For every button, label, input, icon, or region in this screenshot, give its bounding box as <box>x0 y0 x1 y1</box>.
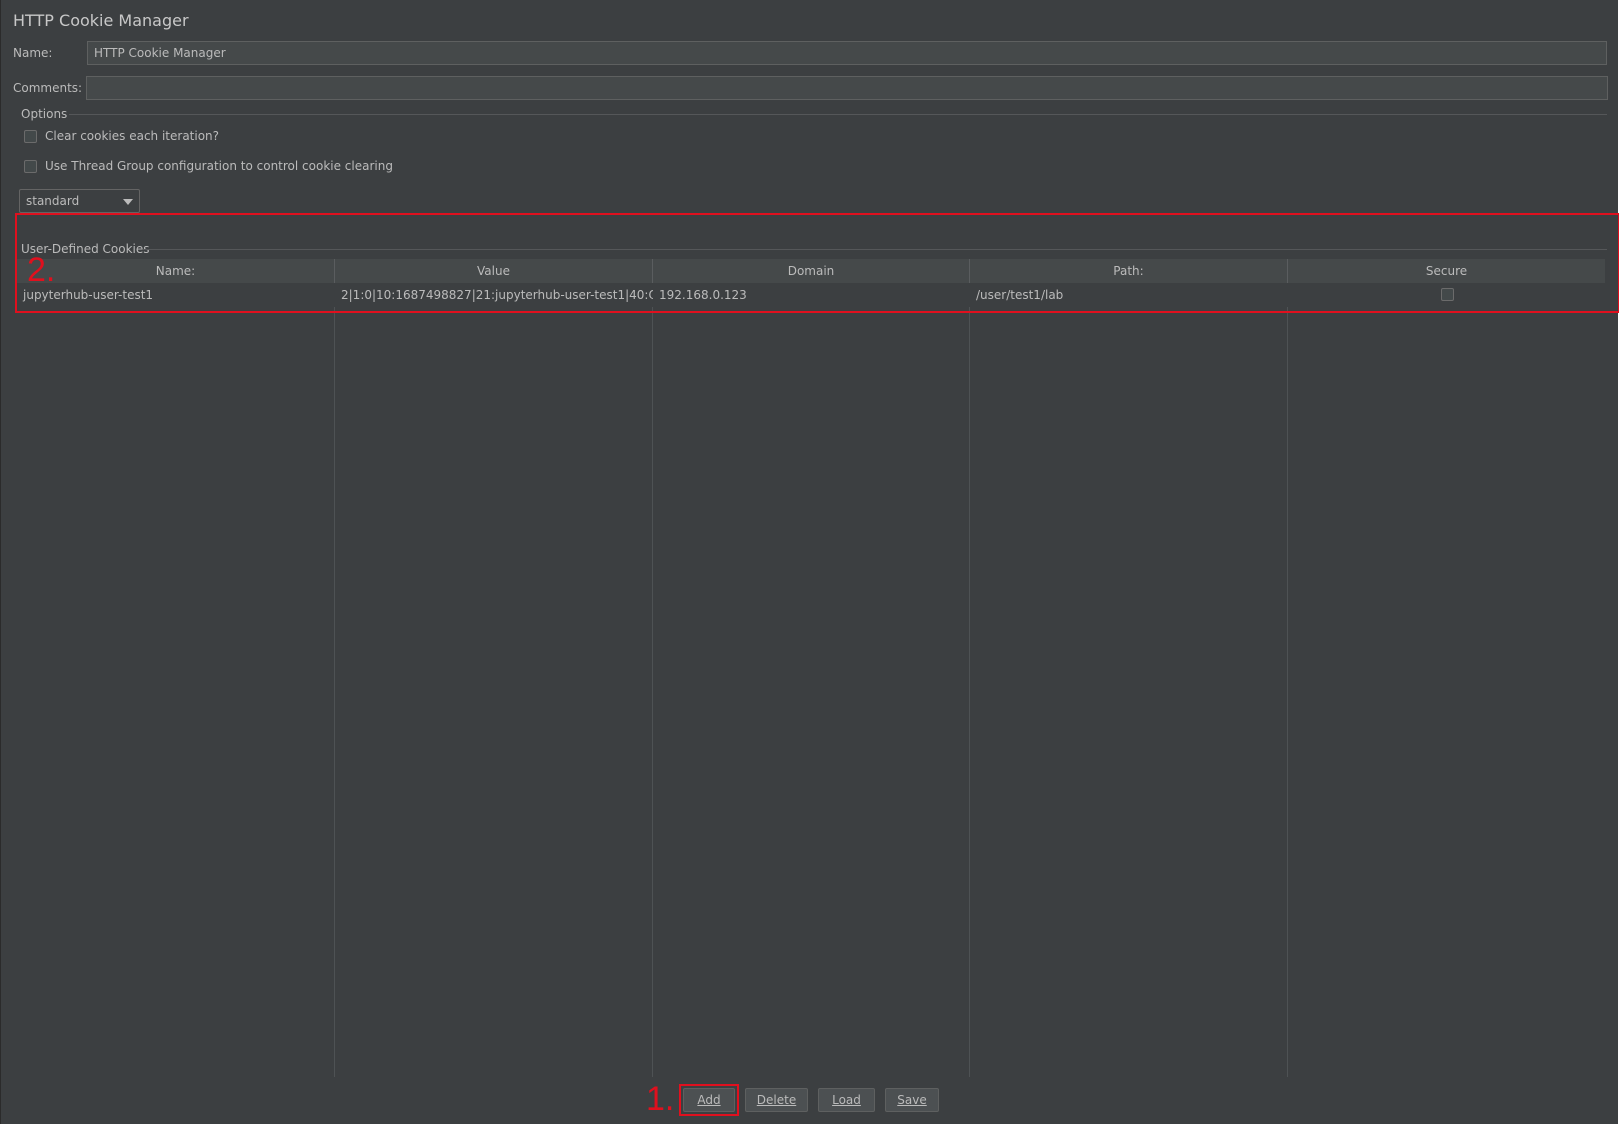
column-divider <box>652 307 653 1077</box>
clear-cookies-label: Clear cookies each iteration? <box>45 129 220 143</box>
name-label: Name: <box>13 46 53 60</box>
highlight-cookies-box <box>15 213 1619 313</box>
comments-label: Comments: <box>13 81 83 95</box>
cookie-policy-select[interactable]: standard <box>19 189 140 213</box>
chevron-down-icon <box>123 199 133 205</box>
save-button[interactable]: Save <box>885 1088 939 1112</box>
column-divider <box>1287 307 1288 1077</box>
cookie-manager-panel: HTTP Cookie Manager Name: HTTP Cookie Ma… <box>0 0 1619 1124</box>
clear-cookies-checkbox[interactable] <box>24 130 37 143</box>
column-divider <box>334 307 335 1077</box>
panel-title: HTTP Cookie Manager <box>13 11 189 30</box>
options-section-label: Options <box>21 107 68 121</box>
column-divider <box>969 307 970 1077</box>
cookie-policy-value: standard <box>26 194 80 208</box>
thread-group-config-label: Use Thread Group configuration to contro… <box>45 159 393 173</box>
highlight-add-box <box>679 1084 739 1116</box>
step-2-marker: 2. <box>27 251 56 289</box>
cookies-table: Name: Value Domain Path: Secure jupyterh… <box>17 259 1605 1077</box>
step-1-marker: 1. <box>646 1080 675 1118</box>
delete-button[interactable]: Delete <box>745 1088 808 1112</box>
comments-field[interactable] <box>86 76 1608 100</box>
load-button[interactable]: Load <box>818 1088 875 1112</box>
name-field[interactable]: HTTP Cookie Manager <box>87 41 1607 65</box>
thread-group-config-checkbox[interactable] <box>24 160 37 173</box>
options-divider <box>69 114 1607 115</box>
